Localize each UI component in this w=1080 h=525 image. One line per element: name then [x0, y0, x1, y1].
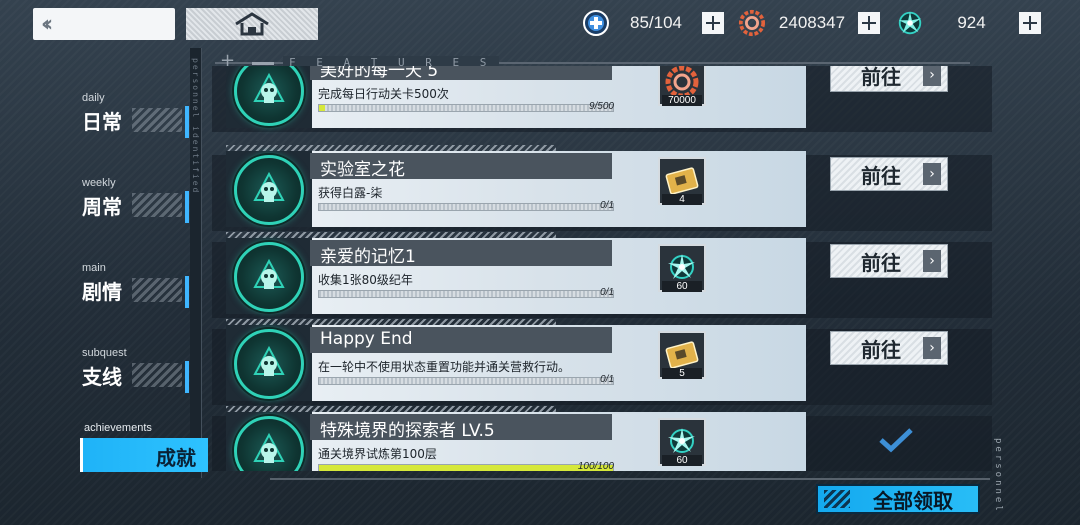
- chevron-right-icon: ›: [923, 66, 941, 86]
- reward-item[interactable]: 60: [658, 244, 706, 292]
- bottom-divider: [270, 478, 990, 480]
- reward-quantity: 4: [662, 194, 702, 205]
- home-icon: [235, 12, 269, 36]
- claim-all-button[interactable]: 全部领取: [816, 484, 980, 514]
- tab-zh-label: 支线: [82, 365, 122, 389]
- plus-circle-icon: [582, 9, 610, 37]
- quest-description: 完成每日行动关卡500次: [318, 87, 449, 101]
- go-button-label: 前往: [861, 250, 901, 275]
- quest-title: 特殊境界的探索者 LV.5: [320, 421, 495, 441]
- tab-zh-label: 成就: [156, 446, 196, 470]
- quest-progress-text: 100/100: [577, 461, 614, 471]
- ruler-text-right: personnel: [993, 438, 1003, 514]
- energy-burst-icon: [896, 9, 924, 37]
- reward-quantity: 60: [662, 455, 702, 466]
- quest-progress-text: 0/1: [600, 287, 614, 298]
- add-crystal-button[interactable]: [1019, 12, 1041, 34]
- quest-row: 美好的每一天 5 完成每日行动关卡500次 9/500 70000 前往 ›: [212, 66, 992, 132]
- stamina-value: 85/104: [630, 13, 682, 32]
- go-button[interactable]: 前往 ›: [830, 244, 948, 278]
- tab-weekly[interactable]: weekly 周常: [0, 177, 200, 237]
- tab-en-label: main: [82, 262, 106, 274]
- add-coin-button[interactable]: [858, 12, 880, 34]
- quest-progress-text: 0/1: [600, 200, 614, 211]
- reward-item[interactable]: 4: [658, 157, 706, 205]
- features-dash: [252, 62, 274, 65]
- reward-item[interactable]: 60: [658, 418, 706, 466]
- gear-coin-icon: [738, 9, 766, 37]
- tab-daily[interactable]: daily 日常: [0, 92, 200, 152]
- add-stamina-button[interactable]: [702, 12, 724, 34]
- tab-zh-label: 剧情: [82, 280, 122, 304]
- reward-quantity: 70000: [662, 95, 702, 106]
- coin-value: 2408347: [778, 13, 846, 32]
- chevron-right-icon: ›: [923, 163, 941, 185]
- stamina-resource: 85/104: [582, 8, 724, 38]
- coin-resource: 2408347: [738, 8, 880, 38]
- quest-row: 亲爱的记忆1 收集1张80级纪年 0/1 60 前往 ›: [212, 232, 992, 318]
- quest-description: 收集1张80级纪年: [318, 273, 413, 287]
- tab-stripes: [132, 108, 182, 132]
- skull-medal-icon: [234, 242, 304, 312]
- skull-medal-icon: [234, 329, 304, 399]
- quest-title-bar: 美好的每一天 5: [310, 66, 612, 81]
- quest-title: Happy End: [320, 329, 413, 349]
- reward-quantity: 60: [662, 281, 702, 292]
- go-button-label: 前往: [861, 66, 901, 89]
- quest-description: 通关境界试炼第100层: [318, 447, 437, 461]
- chevron-right-icon: ›: [923, 250, 941, 272]
- button-stripes: [824, 490, 850, 508]
- quest-list[interactable]: 美好的每一天 5 完成每日行动关卡500次 9/500 70000 前往 › 实…: [204, 66, 994, 471]
- quest-row: 实验室之花 获得白露-柒 0/1 4 前往 ›: [212, 145, 992, 231]
- tab-en-label: daily: [82, 92, 105, 104]
- reward-item[interactable]: 5: [658, 331, 706, 379]
- go-button-label: 前往: [861, 163, 901, 188]
- quest-title-bar: Happy End: [310, 327, 612, 353]
- crystal-value: 924: [957, 13, 986, 32]
- quest-progress-text: 0/1: [600, 374, 614, 385]
- go-button-label: 前往: [861, 337, 901, 362]
- quest-progress-text: 9/500: [588, 101, 614, 112]
- tab-en-label: weekly: [82, 177, 116, 189]
- tab-indicator: [185, 191, 189, 223]
- quest-row: Happy End 在一轮中不使用状态重置功能并通关营救行动。 0/1 5 前往…: [212, 319, 992, 405]
- tab-en-label: achievements: [84, 422, 152, 434]
- quest-description: 获得白露-柒: [318, 186, 383, 200]
- quest-row: 特殊境界的探索者 LV.5 通关境界试炼第100层 100/100 60: [212, 406, 992, 471]
- go-button[interactable]: 前往 ›: [830, 157, 948, 191]
- skull-medal-icon: [234, 155, 304, 225]
- quest-title-bar: 特殊境界的探索者 LV.5: [310, 414, 612, 441]
- checkmark-icon: [879, 428, 913, 453]
- tab-zh-label: 周常: [82, 195, 122, 219]
- go-button[interactable]: 前往 ›: [830, 331, 948, 365]
- home-button[interactable]: [186, 8, 318, 40]
- reward-quantity: 5: [662, 368, 702, 379]
- crystal-resource: 924: [896, 8, 1041, 38]
- progress-fill: [319, 105, 325, 111]
- tab-stripes: [132, 193, 182, 217]
- tab-indicator: [185, 106, 189, 138]
- go-button[interactable]: 前往 ›: [830, 66, 948, 92]
- tab-subquest[interactable]: subquest 支线: [0, 347, 200, 407]
- reward-item[interactable]: 70000: [658, 66, 706, 106]
- quest-description: 在一轮中不使用状态重置功能并通关营救行动。: [318, 360, 571, 374]
- back-button[interactable]: ‹‹: [33, 8, 175, 40]
- quest-title-bar: 亲爱的记忆1: [310, 240, 612, 267]
- tab-main[interactable]: main 剧情: [0, 262, 200, 322]
- tab-indicator: [185, 276, 189, 308]
- tab-indicator: [185, 361, 189, 393]
- quest-title: 美好的每一天 5: [320, 66, 439, 81]
- tab-zh-label: 日常: [82, 110, 122, 134]
- chevron-right-icon: ›: [923, 337, 941, 359]
- tab-en-label: subquest: [82, 347, 127, 359]
- claim-all-label: 全部领取: [873, 488, 953, 513]
- quest-title: 实验室之花: [320, 160, 405, 180]
- tab-stripes: [132, 363, 182, 387]
- quest-title: 亲爱的记忆1: [320, 247, 416, 267]
- quest-title-bar: 实验室之花: [310, 153, 612, 180]
- double-chevron-left-icon: ‹‹: [41, 11, 53, 37]
- tab-achievements[interactable]: achievements 成就: [0, 422, 208, 482]
- tab-stripes: [132, 278, 182, 302]
